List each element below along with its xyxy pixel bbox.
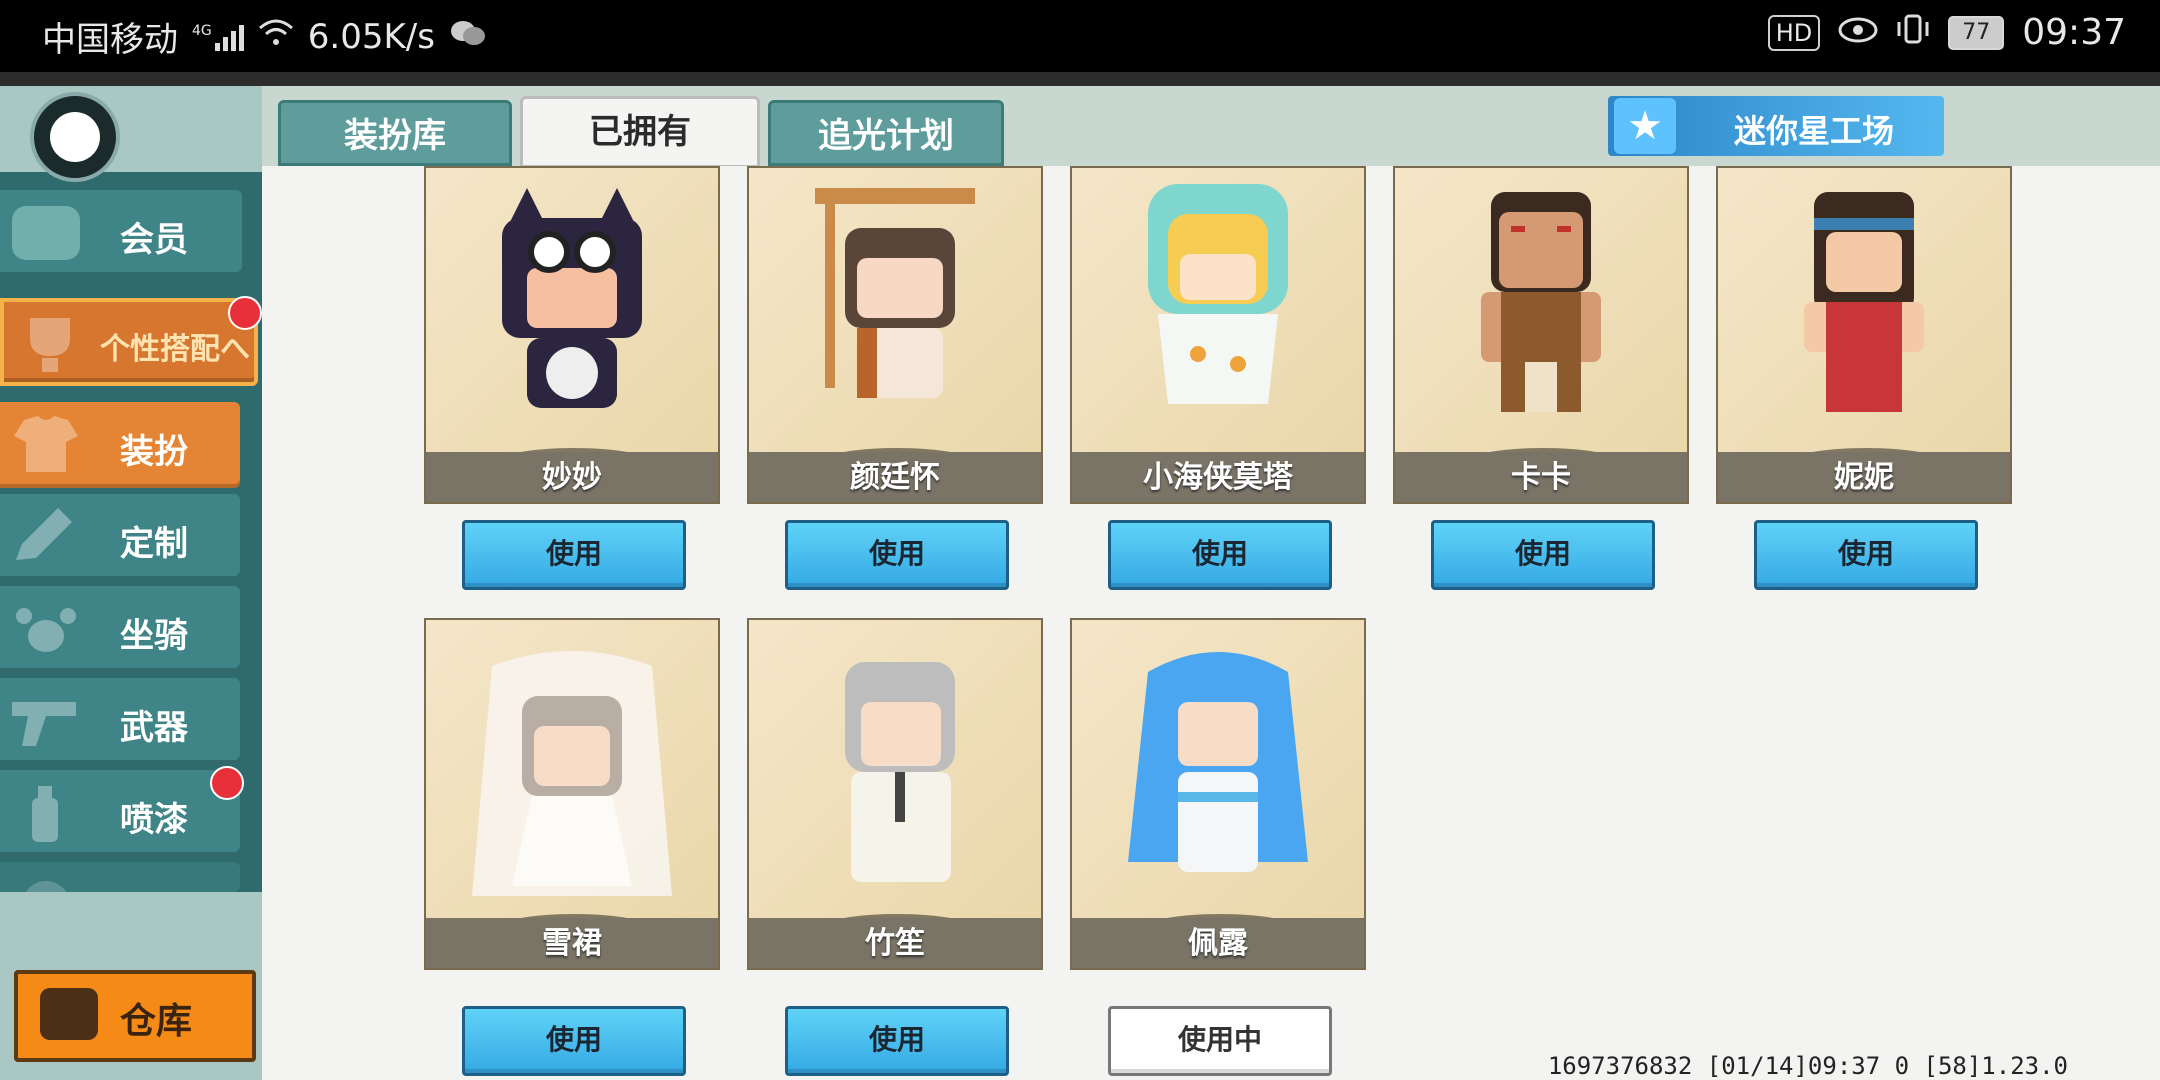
chest-icon	[40, 988, 98, 1040]
clock: 09:37	[2022, 12, 2126, 53]
skin-card[interactable]: 竹笙	[747, 618, 1043, 970]
vip-icon	[12, 206, 80, 260]
sidebar-item-spray[interactable]: 喷漆	[0, 770, 240, 856]
skin-card[interactable]: 妮妮	[1716, 166, 2012, 504]
sidebar-item-weapon[interactable]: 武器	[0, 678, 240, 764]
tab-label: 已拥有	[589, 112, 691, 152]
use-button[interactable]: 使用	[462, 1006, 686, 1076]
sidebar-item-badge[interactable]: 徽章	[0, 862, 240, 896]
skin-name: 妙妙	[542, 460, 602, 495]
gun-icon	[12, 702, 76, 746]
skin-name: 竹笙	[865, 926, 925, 961]
skin-name: 小海侠莫塔	[1143, 460, 1293, 495]
sidebar: 会员 个性搭配へ 装扮 定制 坐骑 武器 喷漆 徽章	[0, 86, 262, 1080]
wifi-icon	[258, 17, 294, 57]
skin-grid: 妙妙 使用 颜廷怀 使用 小海侠莫塔 使用 卡卡 使用 妮妮 使用 雪裙 使用 …	[262, 166, 2160, 1080]
tab-label: 追光计划	[818, 116, 954, 156]
shirt-icon	[14, 416, 78, 472]
character-yantinghuai-image	[815, 188, 975, 398]
sidebar-item-outfit[interactable]: 装扮	[0, 402, 240, 488]
character-nini-image	[1804, 192, 1924, 412]
menu-toggle-button[interactable]	[30, 92, 120, 182]
character-zhusheng-image	[845, 662, 955, 882]
hd-badge: HD	[1767, 14, 1821, 51]
version-info: 1697376832 [01/14]09:37 0 [58]1.23.0	[1547, 1052, 2068, 1080]
skin-name: 卡卡	[1511, 460, 1571, 495]
character-kaka-image	[1481, 192, 1601, 412]
paw-icon	[16, 608, 76, 652]
sidebar-item-personal-style[interactable]: 个性搭配へ	[0, 298, 258, 386]
trophy-icon	[30, 318, 70, 372]
use-button[interactable]: 使用	[785, 520, 1009, 590]
skin-name: 佩露	[1188, 926, 1248, 961]
tab-bar: 装扮库 已拥有 追光计划 ★ 迷你星工场	[262, 86, 2160, 168]
wechat-icon	[449, 17, 487, 57]
sidebar-item-label: 定制	[120, 524, 188, 564]
character-peilu-image	[1128, 652, 1308, 872]
battery-indicator: 77	[1948, 15, 2005, 50]
use-button[interactable]: 使用	[1754, 520, 1978, 590]
speed-text: 6.05K/s	[307, 16, 435, 57]
skin-card[interactable]: 妙妙	[424, 166, 720, 504]
sidebar-item-vip[interactable]: 会员	[0, 190, 242, 276]
in-use-button[interactable]: 使用中	[1108, 1006, 1332, 1076]
status-bar: 中国移动 4G 6.05K/s HD 77 09:37	[0, 0, 2160, 72]
character-miaomiao-image	[502, 188, 642, 408]
sidebar-item-label: 武器	[120, 708, 188, 748]
spray-icon	[32, 786, 58, 842]
vibrate-icon	[1896, 12, 1930, 53]
notification-dot	[228, 296, 262, 330]
sidebar-item-label: 个性搭配へ	[100, 332, 250, 367]
tab-label: 装扮库	[344, 116, 446, 156]
eye-icon	[1838, 12, 1878, 53]
warehouse-button[interactable]: 仓库	[14, 970, 256, 1062]
mini-star-workshop-button[interactable]: ★ 迷你星工场	[1608, 96, 1944, 156]
workshop-label: 迷你星工场	[1734, 112, 1895, 150]
skin-name: 颜廷怀	[850, 460, 940, 495]
skin-card[interactable]: 佩露	[1070, 618, 1366, 970]
tab-outfit-library[interactable]: 装扮库	[278, 100, 512, 166]
use-button[interactable]: 使用	[1108, 520, 1332, 590]
skin-card[interactable]: 雪裙	[424, 618, 720, 970]
main-panel: 装扮库 已拥有 追光计划 ★ 迷你星工场 妙妙 使用 颜廷怀 使用 小海侠莫塔 …	[262, 86, 2160, 1080]
carrier-text: 中国移动	[42, 20, 178, 60]
tab-owned[interactable]: 已拥有	[520, 96, 760, 168]
tab-chase-light-plan[interactable]: 追光计划	[768, 100, 1004, 166]
sidebar-item-label: 装扮	[120, 432, 188, 472]
character-xiaohaixia-mota-image	[1148, 184, 1288, 404]
pencil-icon	[16, 508, 72, 560]
skin-card[interactable]: 卡卡	[1393, 166, 1689, 504]
character-xuequn-image	[472, 651, 672, 896]
skin-card[interactable]: 小海侠莫塔	[1070, 166, 1366, 504]
skin-name: 雪裙	[542, 926, 602, 961]
network-type: 4G	[192, 22, 212, 39]
top-divider	[0, 72, 2160, 86]
sidebar-item-label: 喷漆	[120, 800, 188, 840]
notification-dot	[210, 766, 244, 800]
skin-name: 妮妮	[1834, 460, 1894, 495]
star-icon: ★	[1614, 98, 1676, 154]
use-button[interactable]: 使用	[1431, 520, 1655, 590]
sidebar-header	[0, 86, 262, 182]
skin-card[interactable]: 颜廷怀	[747, 166, 1043, 504]
sidebar-item-label: 坐骑	[120, 616, 188, 656]
signal-icon: 4G	[192, 23, 244, 51]
use-button[interactable]: 使用	[785, 1006, 1009, 1076]
warehouse-label: 仓库	[120, 1001, 193, 1042]
use-button[interactable]: 使用	[462, 520, 686, 590]
sidebar-item-customize[interactable]: 定制	[0, 494, 240, 580]
sidebar-item-label: 会员	[120, 220, 188, 260]
sidebar-item-mount[interactable]: 坐骑	[0, 586, 240, 672]
